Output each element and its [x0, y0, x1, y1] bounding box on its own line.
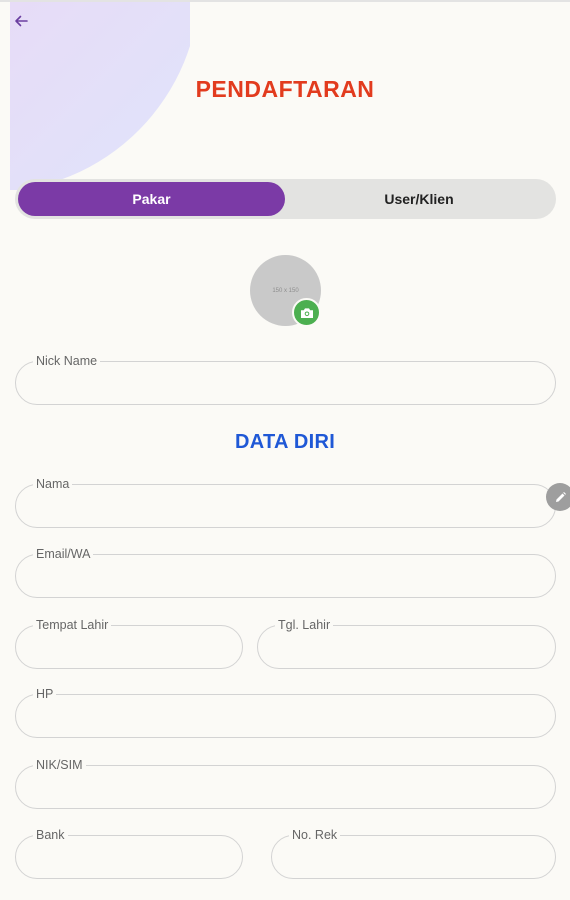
tab-user-klien[interactable]: User/Klien	[285, 182, 553, 216]
tempat-lahir-field[interactable]: Tempat Lahir	[15, 617, 243, 669]
no-rek-label: No. Rek	[289, 827, 341, 843]
back-button[interactable]	[10, 10, 32, 32]
camera-icon	[300, 307, 313, 318]
nama-field[interactable]: Nama	[15, 476, 556, 528]
bank-label: Bank	[33, 827, 68, 843]
bank-field[interactable]: Bank	[15, 827, 243, 879]
tgl-lahir-field[interactable]: Tgl. Lahir	[257, 617, 556, 669]
page-title: PENDAFTARAN	[195, 76, 375, 102]
nick-name-field[interactable]: Nick Name	[15, 353, 556, 405]
nama-label: Nama	[33, 476, 73, 492]
nik-sim-field[interactable]: NIK/SIM	[15, 757, 556, 809]
email-wa-field[interactable]: Email/WA	[15, 546, 556, 598]
edit-button[interactable]	[546, 483, 570, 511]
role-toggle: Pakar User/Klien	[15, 179, 556, 219]
tempat-lahir-label: Tempat Lahir	[33, 617, 112, 633]
section-title-data-diri: DATA DIRI	[234, 431, 336, 453]
arrow-left-icon	[15, 15, 28, 27]
avatar-placeholder-text: 150 x 150	[272, 287, 299, 294]
pencil-icon	[555, 491, 566, 502]
email-wa-label: Email/WA	[33, 546, 94, 562]
tab-pakar[interactable]: Pakar	[18, 182, 285, 216]
tgl-lahir-label: Tgl. Lahir	[275, 617, 334, 633]
nik-sim-label: NIK/SIM	[33, 757, 86, 773]
no-rek-field[interactable]: No. Rek	[271, 827, 556, 879]
hp-label: HP	[33, 686, 57, 702]
hp-field[interactable]: HP	[15, 686, 556, 738]
camera-button[interactable]	[292, 298, 321, 327]
nick-name-label: Nick Name	[33, 353, 101, 369]
